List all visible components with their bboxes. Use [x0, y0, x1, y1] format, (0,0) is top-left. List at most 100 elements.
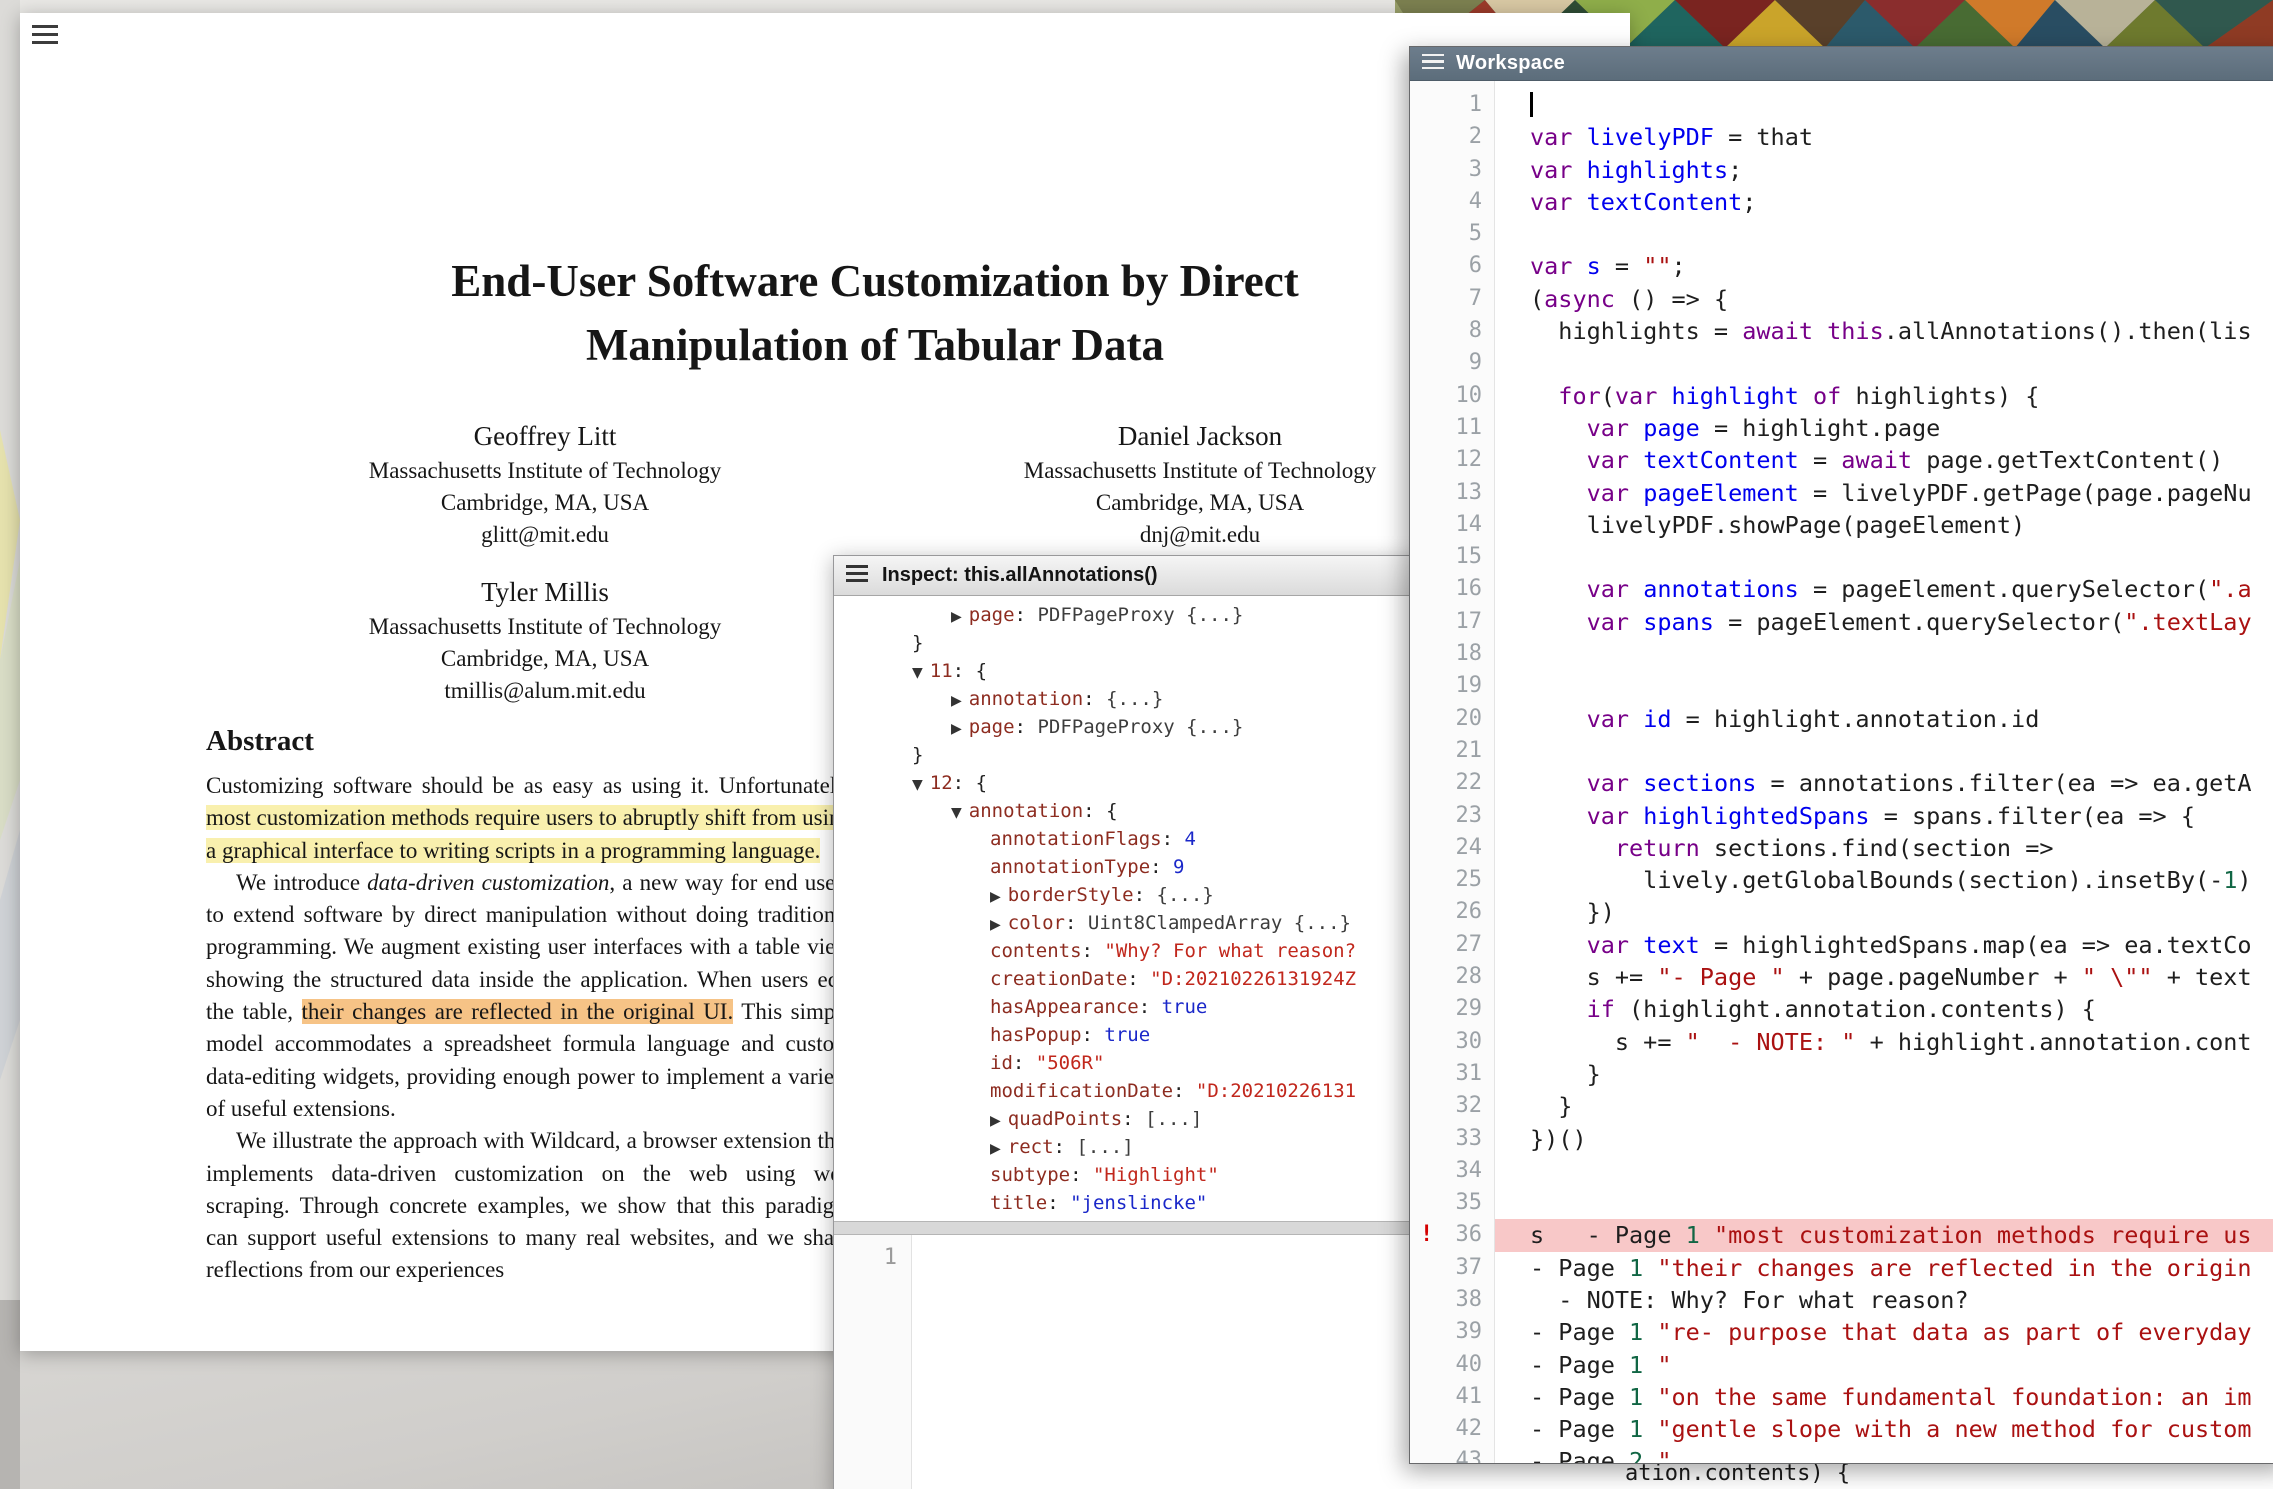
inspector-menu-icon[interactable]: [846, 565, 868, 586]
property-key: annotation: [969, 800, 1083, 822]
pdf-highlight-yellow: most customization methods require users…: [206, 805, 852, 862]
line-number: 5: [1410, 218, 1495, 250]
property-value: }: [912, 632, 923, 654]
line-number: 17: [1410, 606, 1495, 638]
code-line[interactable]: 21: [1410, 735, 2273, 767]
code-line[interactable]: 38 - NOTE: Why? For what reason?: [1410, 1284, 2273, 1316]
line-number: 22: [1410, 767, 1495, 799]
triangle-right-icon[interactable]: ▶: [990, 1135, 1001, 1163]
property-value: [...]: [1145, 1108, 1202, 1130]
code-line[interactable]: 18: [1410, 638, 2273, 670]
code-line[interactable]: 4var textContent;: [1410, 186, 2273, 218]
code-line[interactable]: 35: [1410, 1187, 2273, 1219]
line-number: !36: [1410, 1219, 1495, 1251]
triangle-down-icon[interactable]: ▼: [912, 771, 923, 799]
triangle-right-icon[interactable]: ▶: [951, 603, 962, 631]
code-line[interactable]: 11 var page = highlight.page: [1410, 412, 2273, 444]
triangle-down-icon[interactable]: ▼: [912, 659, 923, 687]
triangle-right-icon[interactable]: ▶: [990, 1107, 1001, 1135]
code-line[interactable]: 19: [1410, 670, 2273, 702]
code-line[interactable]: 28 s += "- Page " + page.pageNumber + " …: [1410, 961, 2273, 993]
line-number: 1: [1410, 89, 1495, 121]
code-line[interactable]: !36s - Page 1 "most customization method…: [1410, 1219, 2273, 1251]
code-line[interactable]: 26 }): [1410, 896, 2273, 928]
code-line[interactable]: 32 }: [1410, 1090, 2273, 1122]
code-line[interactable]: 42- Page 1 "gentle slope with a new meth…: [1410, 1413, 2273, 1445]
property-value: true: [1162, 996, 1208, 1018]
triangle-right-icon[interactable]: ▶: [951, 715, 962, 743]
line-number: 26: [1410, 896, 1495, 928]
triangle-right-icon[interactable]: ▶: [990, 911, 1001, 939]
code-line[interactable]: 12 var textContent = await page.getTextC…: [1410, 444, 2273, 476]
property-key: rect: [1008, 1136, 1054, 1158]
abstract-text: We introduce: [236, 870, 367, 895]
property-key: annotationFlags: [990, 828, 1162, 850]
code-line[interactable]: 24 return sections.find(section =>: [1410, 832, 2273, 864]
line-number: 37: [1410, 1252, 1495, 1284]
code-line[interactable]: 13 var pageElement = livelyPDF.getPage(p…: [1410, 477, 2273, 509]
code-line[interactable]: 40- Page 1 ": [1410, 1349, 2273, 1381]
eval-gutter: 1: [834, 1235, 912, 1489]
code-line[interactable]: 41- Page 1 "on the same fundamental foun…: [1410, 1381, 2273, 1413]
author-name: Tyler Millis: [220, 573, 870, 611]
code-line[interactable]: 22 var sections = annotations.filter(ea …: [1410, 767, 2273, 799]
code-line[interactable]: 3var highlights;: [1410, 154, 2273, 186]
code-line[interactable]: 8 highlights = await this.allAnnotations…: [1410, 315, 2273, 347]
code-line[interactable]: 14 livelyPDF.showPage(pageElement): [1410, 509, 2273, 541]
property-value: "D:20210226131924Z: [1150, 968, 1356, 990]
line-number: 4: [1410, 186, 1495, 218]
code-line[interactable]: 27 var text = highlightedSpans.map(ea =>…: [1410, 929, 2273, 961]
code-line[interactable]: 25 lively.getGlobalBounds(section).inset…: [1410, 864, 2273, 896]
line-number: 29: [1410, 993, 1495, 1025]
code-line[interactable]: 43- Page 2 ": [1410, 1445, 2273, 1464]
code-line[interactable]: 31 }: [1410, 1058, 2273, 1090]
code-line[interactable]: 7(async () => {: [1410, 283, 2273, 315]
line-number: 24: [1410, 832, 1495, 864]
pdf-menu-icon[interactable]: [32, 25, 58, 49]
triangle-right-icon[interactable]: ▶: [990, 883, 1001, 911]
code-line[interactable]: 16 var annotations = pageElement.querySe…: [1410, 573, 2273, 605]
author-email: tmillis@alum.mit.edu: [220, 675, 870, 707]
property-value: "Highlight": [1093, 1164, 1219, 1186]
line-number: 20: [1410, 703, 1495, 735]
line-number: 19: [1410, 670, 1495, 702]
author-location: Cambridge, MA, USA: [220, 487, 870, 519]
paper-title-line-2: Manipulation of Tabular Data: [180, 313, 1570, 377]
code-line[interactable]: 1: [1410, 89, 2273, 121]
workspace-menu-icon[interactable]: [1422, 54, 1444, 74]
property-value: {: [976, 772, 987, 794]
property-key: hasAppearance: [990, 996, 1139, 1018]
author-location: Cambridge, MA, USA: [220, 643, 870, 675]
workspace-window: Workspace 12var livelyPDF = that3var hig…: [1409, 46, 2273, 1464]
triangle-right-icon[interactable]: ▶: [951, 687, 962, 715]
code-line[interactable]: 37- Page 1 "their changes are reflected …: [1410, 1252, 2273, 1284]
property-value: {...}: [1106, 688, 1163, 710]
code-line[interactable]: 33})(): [1410, 1123, 2273, 1155]
code-line[interactable]: 15: [1410, 541, 2273, 573]
code-line[interactable]: 30 s += " - NOTE: " + highlight.annotati…: [1410, 1026, 2273, 1058]
code-line[interactable]: 6var s = "";: [1410, 250, 2273, 282]
code-line[interactable]: 20 var id = highlight.annotation.id: [1410, 703, 2273, 735]
property-value: 4: [1184, 828, 1195, 850]
line-number: 10: [1410, 380, 1495, 412]
code-line[interactable]: 39- Page 1 "re- purpose that data as par…: [1410, 1316, 2273, 1348]
code-line[interactable]: 9: [1410, 347, 2273, 379]
abstract-paragraphs: Customizing software should be as easy a…: [206, 770, 852, 1287]
triangle-down-icon[interactable]: ▼: [951, 799, 962, 827]
code-line[interactable]: 34: [1410, 1155, 2273, 1187]
line-number: 42: [1410, 1413, 1495, 1445]
line-number: 39: [1410, 1316, 1495, 1348]
property-value: {: [976, 660, 987, 682]
code-editor[interactable]: 12var livelyPDF = that3var highlights;4v…: [1410, 81, 2273, 1464]
property-value: [...]: [1076, 1136, 1133, 1158]
code-line[interactable]: 23 var highlightedSpans = spans.filter(e…: [1410, 800, 2273, 832]
code-line[interactable]: 2var livelyPDF = that: [1410, 121, 2273, 153]
code-line[interactable]: 29 if (highlight.annotation.contents) {: [1410, 993, 2273, 1025]
workspace-title-bar[interactable]: Workspace: [1410, 47, 2273, 81]
line-number: 27: [1410, 929, 1495, 961]
code-line[interactable]: 10 for(var highlight of highlights) {: [1410, 380, 2273, 412]
property-value: {...}: [1157, 884, 1214, 906]
workspace-title: Workspace: [1456, 52, 1565, 75]
code-line[interactable]: 5: [1410, 218, 2273, 250]
code-line[interactable]: 17 var spans = pageElement.querySelector…: [1410, 606, 2273, 638]
